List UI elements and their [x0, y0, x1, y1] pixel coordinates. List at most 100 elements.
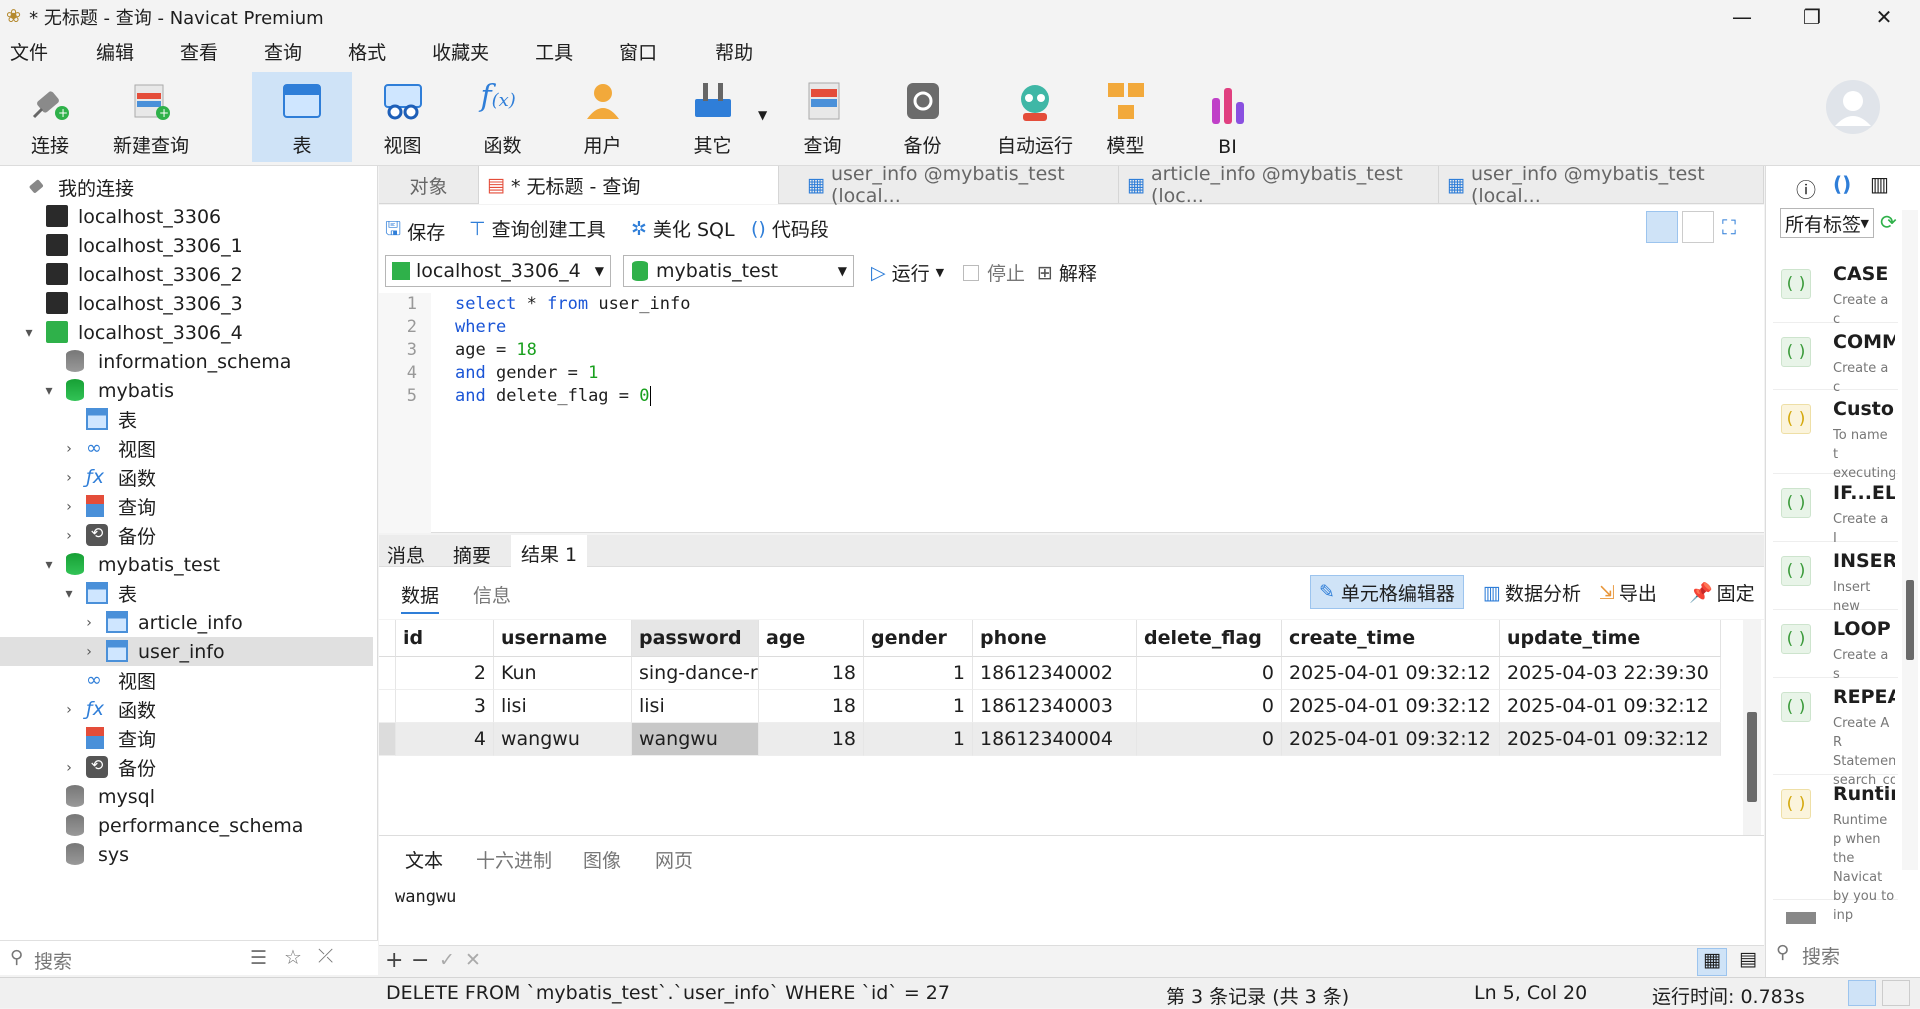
sidebar-item-database[interactable]: performance_schema — [0, 811, 373, 840]
sidebar-item-node[interactable]: › ƒx 函数 — [0, 695, 373, 724]
others-dropdown-arrow-icon[interactable]: ▼ — [758, 108, 767, 122]
table-cell[interactable]: 18612340002 — [973, 657, 1137, 690]
avatar[interactable] — [1826, 80, 1880, 134]
h-scroll-thumb[interactable] — [1786, 912, 1816, 924]
stop-button[interactable]: 停止 — [963, 259, 1025, 286]
sidebar-item-node[interactable]: ∞ 视图 — [0, 666, 373, 695]
sidebar-item-node[interactable]: › ⟲ 备份 — [0, 753, 373, 782]
minimize-button[interactable]: — — [1713, 0, 1771, 33]
column-header[interactable]: id — [396, 620, 494, 657]
others-button[interactable]: 其它 — [675, 72, 750, 162]
table-cell[interactable]: 2025-04-01 09:32:12 — [1500, 690, 1721, 723]
table-cell[interactable]: 18 — [759, 723, 864, 756]
sql-editor[interactable] — [379, 293, 1764, 533]
data-analysis-button[interactable]: ▥ 数据分析 — [1483, 579, 1581, 606]
table-cell[interactable]: 2025-04-01 09:32:12 — [1282, 690, 1500, 723]
sidebar-item-database[interactable]: sys — [0, 840, 373, 869]
explain-button[interactable]: ⊞ 解释 — [1037, 259, 1097, 286]
menu-query[interactable]: 查询 — [236, 38, 320, 65]
form-view-icon[interactable]: ▤ — [1733, 948, 1763, 976]
layout-horizontal-icon[interactable] — [1646, 211, 1678, 243]
collapse-icon[interactable]: ⤫ — [318, 945, 333, 967]
table-cell[interactable]: 18 — [759, 657, 864, 690]
grid-scrollbar[interactable] — [1743, 620, 1761, 835]
beautify-sql-button[interactable]: ✲ 美化 SQL — [631, 215, 735, 242]
maximize-button[interactable]: ❐ — [1783, 0, 1841, 33]
menu-window[interactable]: 窗口 — [591, 38, 675, 65]
tab-web[interactable]: 网页 — [655, 846, 693, 873]
table-cell[interactable]: 0 — [1137, 690, 1282, 723]
sidebar-item-connection[interactable]: localhost_3306_1 — [0, 231, 373, 260]
tab-messages[interactable]: 消息 — [387, 541, 425, 568]
automation-button[interactable]: 自动运行 — [985, 72, 1085, 162]
column-header[interactable]: create_time — [1282, 620, 1500, 657]
tab-text[interactable]: 文本 — [405, 846, 444, 878]
filter-icon[interactable]: ☰ — [250, 947, 267, 969]
function-button[interactable]: f(x) 函数 — [465, 72, 540, 162]
new-query-button[interactable]: + 新建查询 — [106, 72, 196, 162]
snippet-item[interactable]: ( ) LOOP Create a s — [1773, 610, 1898, 682]
sidebar-item-connection[interactable]: localhost_3306 — [0, 202, 373, 231]
snippet-scrollbar[interactable] — [1902, 210, 1918, 870]
chevron-right-icon[interactable]: › — [62, 528, 76, 544]
table-cell[interactable]: 1 — [864, 690, 973, 723]
cell-editor-button[interactable]: ✎ 单元格编辑器 — [1310, 575, 1464, 609]
table-cell[interactable]: wangwu — [632, 723, 759, 756]
toggle-right-panel-icon[interactable] — [1882, 980, 1910, 1006]
backup-button[interactable]: 备份 — [885, 72, 960, 162]
sidebar-item-database[interactable]: ▾ mybatis_test — [0, 550, 373, 579]
tab-objects[interactable]: 对象 — [379, 166, 479, 204]
table-cell[interactable]: 2025-04-01 09:32:12 — [1282, 723, 1500, 756]
tag-filter-select[interactable]: 所有标签 ▼ — [1780, 208, 1874, 238]
column-header[interactable]: delete_flag — [1137, 620, 1282, 657]
add-record-button[interactable]: + — [385, 948, 403, 973]
chevron-right-icon[interactable]: › — [82, 615, 96, 631]
delete-record-button[interactable]: − — [411, 948, 429, 973]
run-dropdown-icon[interactable]: ▼ — [936, 266, 944, 279]
menu-help[interactable]: 帮助 — [675, 38, 771, 65]
sidebar-item-database[interactable]: ▾ mybatis — [0, 376, 373, 405]
menu-edit[interactable]: 编辑 — [66, 38, 152, 65]
grid-view-icon[interactable]: ▦ — [1697, 948, 1727, 976]
snippet-item[interactable]: ( ) IF...ELS Create a I — [1773, 474, 1898, 546]
table-cell[interactable]: 0 — [1137, 657, 1282, 690]
database-select[interactable]: mybatis_test ▼ — [623, 255, 854, 287]
layout-vertical-icon[interactable] — [1682, 211, 1714, 243]
table-cell[interactable]: 18 — [759, 690, 864, 723]
chevron-right-icon[interactable]: › — [62, 470, 76, 486]
fullscreen-icon[interactable]: ⛶ — [1722, 215, 1736, 239]
snippet-search-input[interactable]: 搜索 — [1802, 942, 1840, 969]
menu-format[interactable]: 格式 — [320, 38, 404, 65]
pin-button[interactable]: 📌 固定 — [1689, 579, 1755, 606]
tab-untitled-query[interactable]: ▤ * 无标题 - 查询 — [479, 166, 779, 204]
user-button[interactable]: 用户 — [565, 72, 640, 162]
run-button[interactable]: ▷ 运行 ▼ — [871, 259, 944, 286]
row-header[interactable] — [379, 657, 396, 690]
tab-hex[interactable]: 十六进制 — [476, 846, 552, 873]
snippet-item[interactable]: ( ) INSERT Insert new — [1773, 542, 1898, 614]
snippet-item[interactable]: ( ) Runtin Runtime p when the Navicat by… — [1773, 775, 1898, 923]
tab-article-info[interactable]: ▦ article_info @mybatis_test (loc... — [1119, 163, 1439, 207]
chevron-down-icon[interactable]: ▾ — [62, 586, 76, 602]
table-button[interactable]: 表 — [252, 72, 352, 162]
table-cell[interactable]: wangwu — [494, 723, 632, 756]
sidebar-item-database[interactable]: mysql — [0, 782, 373, 811]
export-button[interactable]: ⇲ 导出 — [1599, 579, 1657, 606]
tab-user-info-1[interactable]: ▦ user_info @mybatis_test (local... — [799, 163, 1119, 207]
model-button[interactable]: 模型 — [1088, 72, 1163, 162]
grid-panel-icon[interactable]: ▥ — [1870, 172, 1889, 196]
sidebar-item-database[interactable]: information_schema — [0, 347, 373, 376]
apply-changes-button[interactable]: ✓ — [439, 949, 455, 971]
table-cell[interactable]: 18612340004 — [973, 723, 1137, 756]
sidebar-item-node[interactable]: ▾ 表 — [0, 579, 373, 608]
table-cell[interactable]: lisi — [632, 690, 759, 723]
view-button[interactable]: 视图 — [365, 72, 440, 162]
chevron-right-icon[interactable]: › — [62, 702, 76, 718]
snippet-icon[interactable]: () — [1833, 172, 1851, 196]
code-snippet-button[interactable]: () 代码段 — [751, 215, 829, 242]
chevron-right-icon[interactable]: › — [62, 760, 76, 776]
chevron-right-icon[interactable]: › — [62, 441, 76, 457]
sidebar-item-node[interactable]: › ∞ 视图 — [0, 434, 373, 463]
chevron-down-icon[interactable]: ▾ — [42, 383, 56, 399]
connect-button[interactable]: + 连接 — [10, 72, 90, 162]
